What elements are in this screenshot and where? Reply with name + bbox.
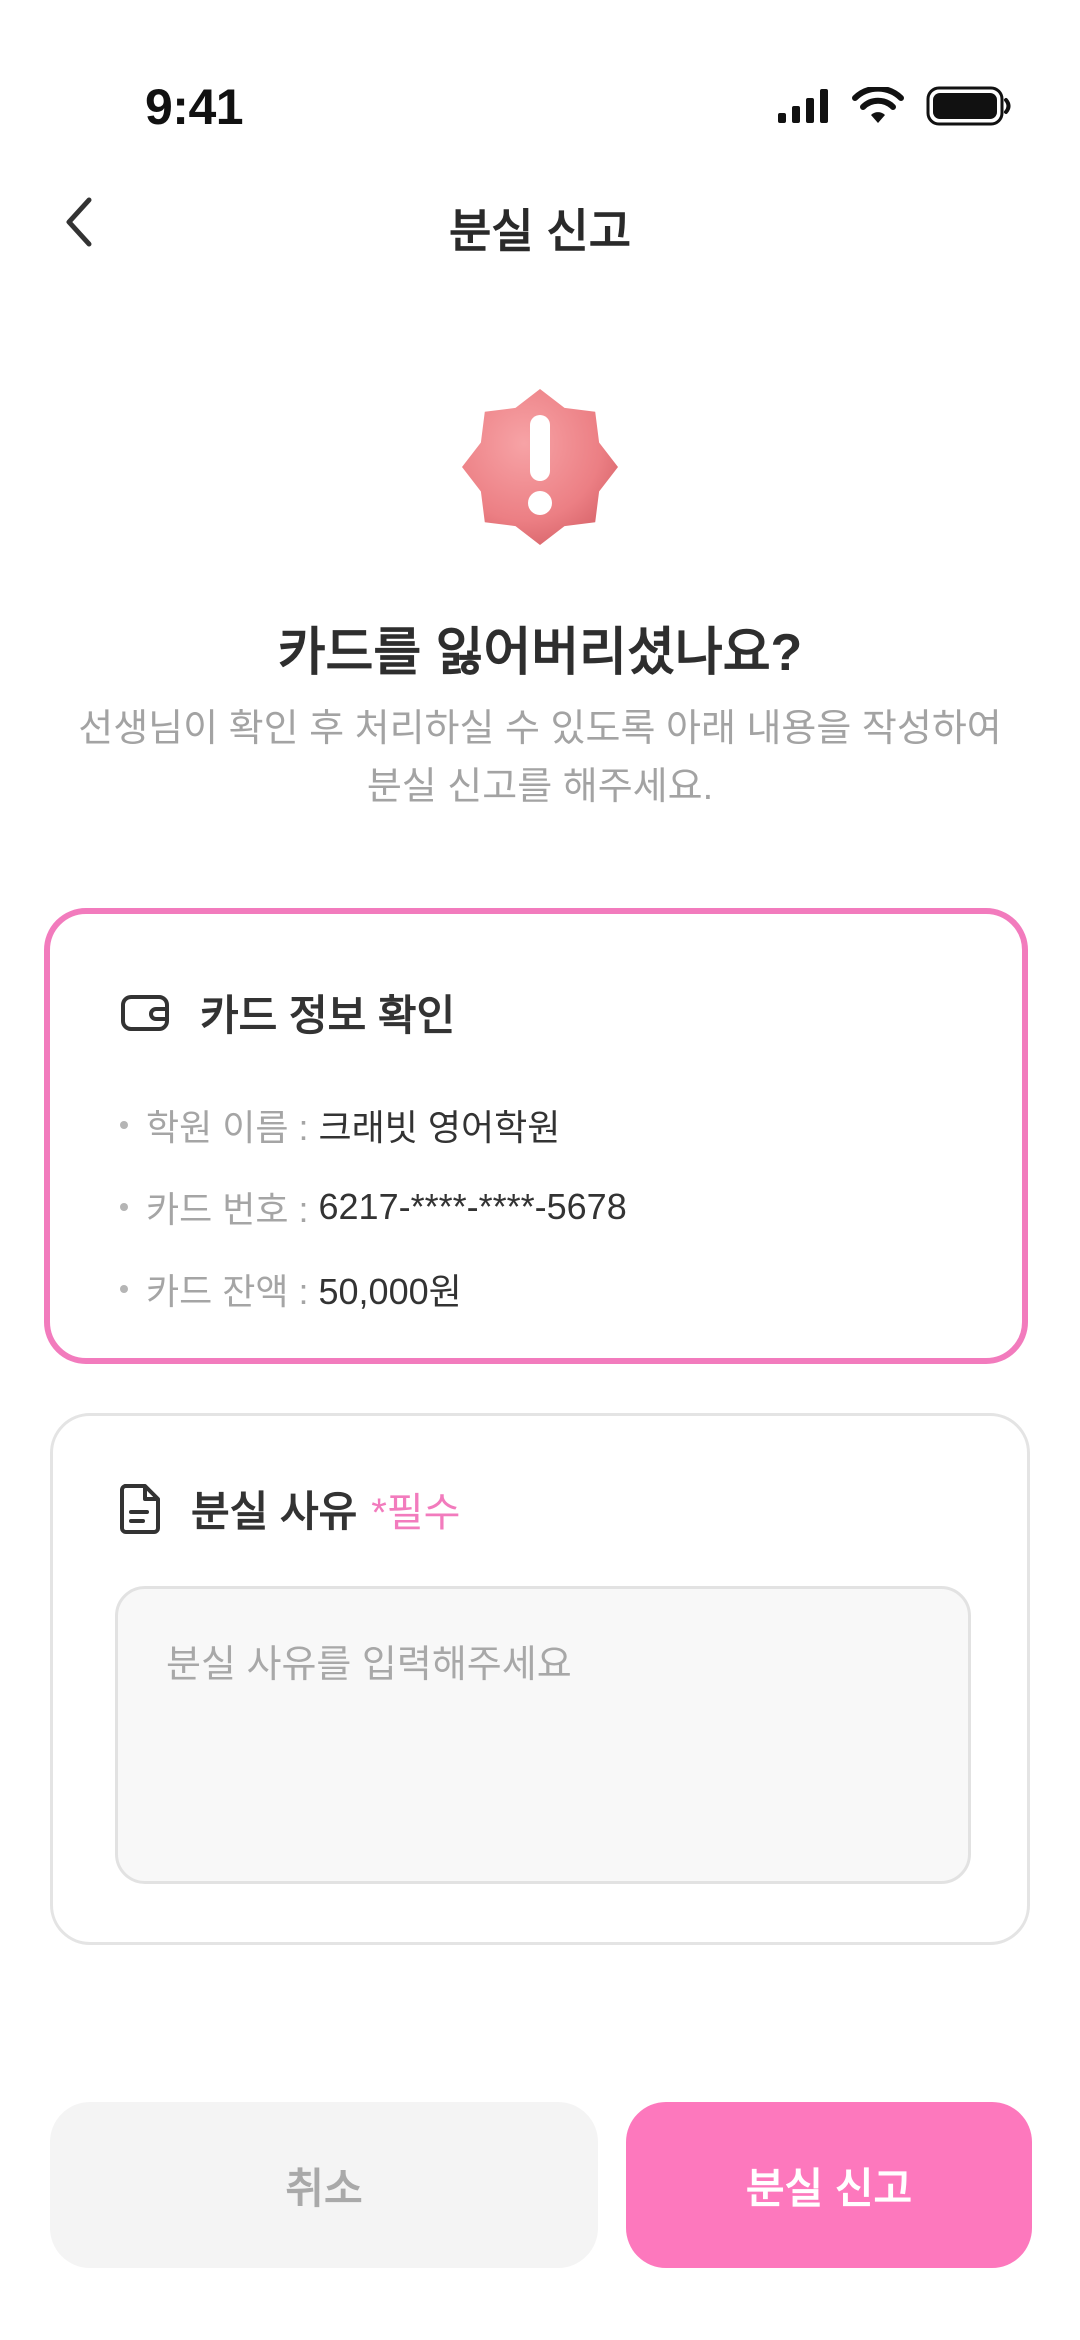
balance-value: 50,000원 xyxy=(318,1271,462,1312)
status-icons xyxy=(778,86,1012,126)
loss-reason-header: 분실 사유 *필수 xyxy=(119,1478,460,1539)
card-info-header: 카드 정보 확인 xyxy=(120,982,455,1043)
loss-reason-input[interactable] xyxy=(115,1586,971,1884)
required-mark: *필수 xyxy=(371,1491,461,1535)
nav-bar: 분실 신고 xyxy=(0,175,1080,275)
info-row-card-number: 카드 번호 : 6217-****-****-5678 xyxy=(120,1166,627,1248)
cancel-button[interactable]: 취소 xyxy=(50,2102,598,2268)
info-row-academy: 학원 이름 : 크래빗 영어학원 xyxy=(120,1084,627,1166)
loss-reason-title: 분실 사유 *필수 xyxy=(191,1478,460,1539)
hero-description: 선생님이 확인 후 처리하실 수 있도록 아래 내용을 작성하여 분실 신고를 … xyxy=(40,700,1040,816)
card-info-list: 학원 이름 : 크래빗 영어학원 카드 번호 : 6217-****-****-… xyxy=(120,1084,627,1330)
bullet xyxy=(120,1121,128,1129)
wallet-icon xyxy=(121,994,169,1031)
submit-report-button[interactable]: 분실 신고 xyxy=(626,2102,1032,2268)
status-time: 9:41 xyxy=(145,79,244,135)
bullet xyxy=(120,1203,128,1211)
bullet xyxy=(120,1285,128,1293)
status-bar: 9:41 xyxy=(0,0,1080,150)
card-number-label: 카드 번호 : xyxy=(146,1189,309,1230)
wifi-icon xyxy=(852,87,904,123)
document-icon xyxy=(120,1483,160,1534)
hero-description-line2: 분실 신고를 해주세요. xyxy=(366,766,714,808)
alert-badge-icon xyxy=(462,389,618,545)
loss-reason-title-text: 분실 사유 xyxy=(191,1488,358,1535)
loss-reason-section: 분실 사유 *필수 xyxy=(50,1413,1030,1945)
hero-title: 카드를 잃어버리셨나요? xyxy=(277,624,803,682)
lost-card-report-screen: 9:41 분실 신고 카드를 잃어버리셨나요? 선생님이 확인 후 처리하실 수… xyxy=(0,0,1080,2340)
card-info-section: 카드 정보 확인 학원 이름 : 크래빗 영어학원 카드 번호 : 6217-*… xyxy=(44,908,1028,1364)
balance-label: 카드 잔액 : xyxy=(146,1271,309,1312)
info-row-balance: 카드 잔액 : 50,000원 xyxy=(120,1248,627,1330)
card-number-value: 6217-****-****-5678 xyxy=(318,1186,627,1227)
card-info-title: 카드 정보 확인 xyxy=(200,992,456,1039)
signal-icon xyxy=(778,89,828,123)
battery-icon xyxy=(926,86,1011,126)
academy-value: 크래빗 영어학원 xyxy=(318,1107,561,1148)
academy-label: 학원 이름 : xyxy=(146,1107,309,1148)
hero-description-line1: 선생님이 확인 후 처리하실 수 있도록 아래 내용을 작성하여 xyxy=(78,708,1002,750)
page-title: 분실 신고 xyxy=(448,205,632,257)
